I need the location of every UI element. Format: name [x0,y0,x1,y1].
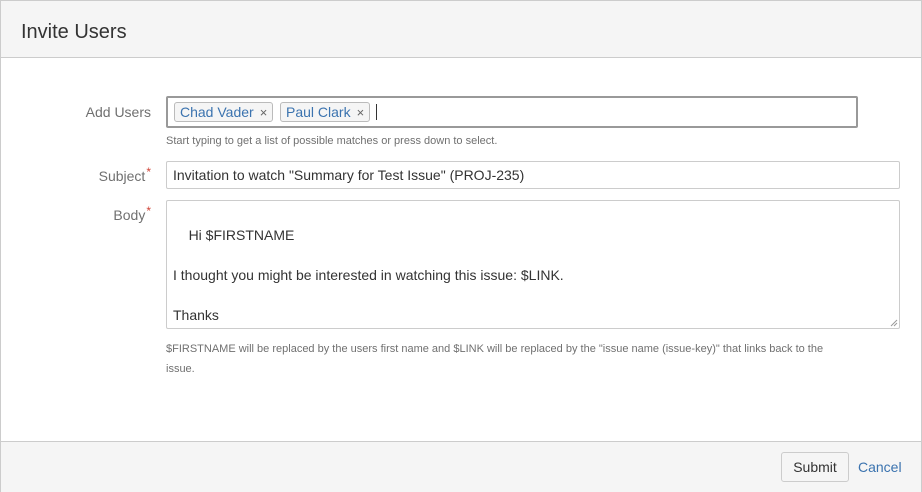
dialog-title: Invite Users [21,21,127,43]
resize-handle-icon[interactable] [890,319,898,327]
body-label: Body* [113,204,151,223]
cancel-link[interactable]: Cancel [858,459,902,475]
add-users-hint: Start typing to get a list of possible m… [166,135,498,147]
body-hint-line: $FIRSTNAME will be replaced by the users… [166,343,824,355]
body-hint-line: issue. [166,363,195,375]
required-marker: * [146,165,151,179]
text-cursor [376,104,377,120]
body-textarea[interactable]: Hi $FIRSTNAME I thought you might be int… [166,200,900,329]
remove-user-icon[interactable]: × [260,105,268,120]
body-text: Hi $FIRSTNAME I thought you might be int… [173,227,564,328]
user-tag-paul-clark: Paul Clark × [280,102,371,122]
subject-input[interactable]: Invitation to watch "Summary for Test Is… [166,161,900,189]
add-users-input[interactable]: Chad Vader × Paul Clark × [166,96,858,128]
invite-users-dialog: Invite Users Add Users Chad Vader × Paul … [0,0,922,492]
add-users-label: Add Users [85,104,151,120]
subject-label: Subject* [98,165,151,184]
remove-user-icon[interactable]: × [357,105,365,120]
user-tag-chad-vader: Chad Vader × [174,102,274,122]
required-marker: * [146,204,151,218]
submit-button[interactable]: Submit [781,452,849,482]
dialog-header: Invite Users [1,1,921,58]
dialog-footer: Submit Cancel [1,441,921,492]
